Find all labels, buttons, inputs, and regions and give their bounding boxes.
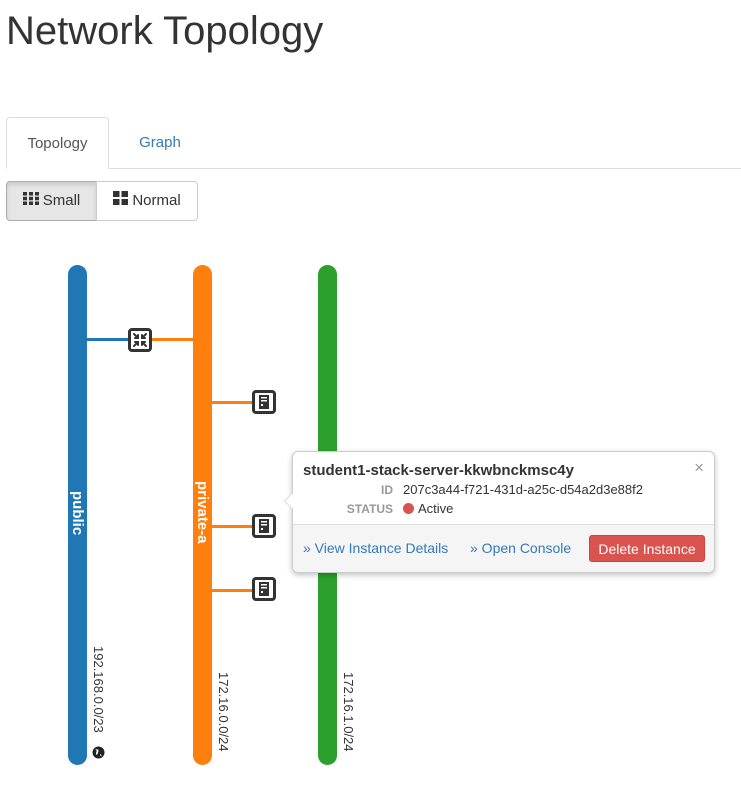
- id-value: 207c3a44-f721-431d-a25c-d54a2d3e88f2: [403, 482, 643, 497]
- router-icon[interactable]: [128, 328, 152, 352]
- network-cidr-public: 192.168.0.0/23: [91, 646, 106, 733]
- normal-button-label: Normal: [132, 192, 181, 209]
- status-dot-icon: [403, 503, 414, 514]
- delete-instance-button[interactable]: Delete Instance: [589, 535, 705, 562]
- status-value-wrap: Active: [403, 501, 453, 516]
- popup-footer: » View Instance Details » Open Console D…: [293, 524, 714, 572]
- instance-popup: student1-stack-server-kkwbnckmsc4y × ID …: [284, 451, 715, 573]
- network-label-public: public: [69, 491, 86, 536]
- tab-bar: Topology Graph: [6, 117, 741, 169]
- globe-icon: [92, 746, 105, 759]
- instance-name: student1-stack-server-kkwbnckmsc4y: [303, 462, 574, 479]
- small-button[interactable]: Small: [6, 181, 97, 221]
- tab-graph[interactable]: Graph: [112, 117, 208, 168]
- instance-icon[interactable]: [252, 390, 276, 414]
- instance-link: [212, 401, 252, 404]
- instance-link: [212, 589, 252, 592]
- status-label: STATUS: [346, 502, 393, 516]
- open-console-link[interactable]: » Open Console: [470, 540, 571, 556]
- popup-arrow: [284, 492, 293, 510]
- router-private-link: [152, 338, 193, 341]
- normal-button[interactable]: Normal: [96, 181, 198, 221]
- close-icon[interactable]: ×: [694, 458, 704, 478]
- tab-topology[interactable]: Topology: [6, 117, 109, 169]
- network-cidr-green: 172.16.1.0/24: [341, 672, 356, 752]
- instance-icon[interactable]: [252, 577, 276, 601]
- grid-large-icon: [113, 182, 129, 220]
- router-public-link: [87, 338, 128, 341]
- network-cidr-private-a: 172.16.0.0/24: [216, 672, 231, 752]
- status-value: Active: [418, 501, 454, 516]
- page-title: Network Topology: [6, 9, 324, 53]
- grid-small-icon: [22, 182, 39, 220]
- instance-icon[interactable]: [252, 514, 276, 538]
- instance-link: [212, 525, 252, 528]
- small-button-label: Small: [42, 192, 81, 209]
- view-instance-details-link[interactable]: » View Instance Details: [303, 540, 448, 556]
- id-label: ID: [381, 483, 393, 497]
- network-label-private-a: private-a: [194, 481, 211, 544]
